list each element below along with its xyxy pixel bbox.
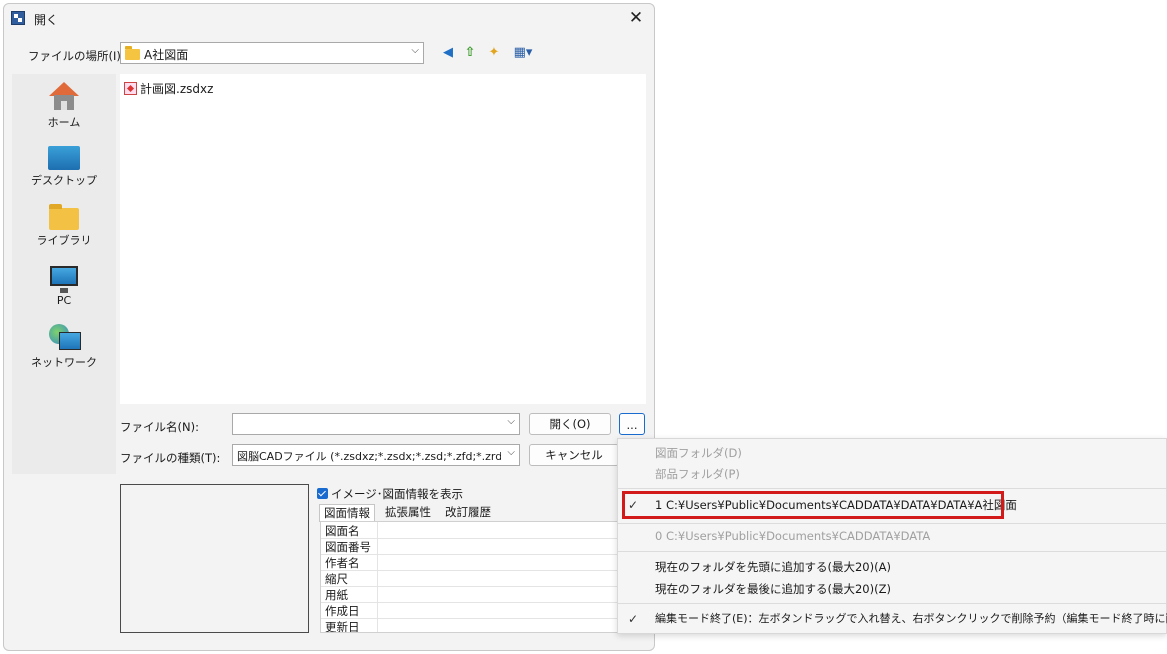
place-library[interactable]: ライブラリ	[12, 204, 116, 248]
menu-divider	[618, 603, 1166, 604]
table-row: 図面番号	[321, 538, 649, 555]
open-file-dialog: 開く ✕ ファイルの場所(I): A社図面 ⌵ ◀ ⇧ ✦ ▦▾ ホーム デスク…	[3, 3, 655, 651]
menu-item-add-first[interactable]: 現在のフォルダを先頭に追加する(最大20)(A)	[618, 556, 1166, 578]
menu-item-end-edit-mode[interactable]: ✓ 編集モード終了(E)：左ボタンドラッグで入れ替え、右ボタンクリックで削除予約…	[618, 608, 1167, 630]
location-value-wrap: A社図面	[125, 46, 188, 63]
new-folder-icon[interactable]: ✦	[485, 44, 503, 62]
menu-item-label: 0 C:¥Users¥Public¥Documents¥CADDATA¥DATA	[655, 529, 931, 543]
drawing-info-table: 図面名 図面番号 作者名 縮尺 用紙 作成日 更新日	[320, 521, 650, 633]
tab-drawing-info[interactable]: 図面情報	[319, 504, 375, 522]
table-row: 更新日	[321, 618, 649, 633]
location-combobox[interactable]: A社図面 ⌵	[120, 42, 424, 64]
filetype-combobox[interactable]: 図脳CADファイル (*.zsdxz;*.zsdx;*.zsd;*.zfd;*.…	[232, 444, 520, 466]
place-desktop[interactable]: デスクトップ	[12, 146, 116, 188]
place-label: デスクトップ	[31, 174, 97, 187]
menu-divider	[618, 551, 1166, 552]
filetype-value: 図脳CADファイル (*.zsdxz;*.zsdx;*.zsd;*.zfd;*.…	[237, 450, 501, 463]
check-icon: ✓	[628, 612, 639, 626]
filename-label: ファイル名(N):	[120, 420, 199, 434]
folder-history-menu: 図面フォルダ(D) 部品フォルダ(P) ✓ 1 C:¥Users¥Public¥…	[617, 438, 1167, 634]
table-row: 縮尺	[321, 570, 649, 587]
open-button[interactable]: 開く(O)	[529, 413, 611, 435]
row-key: 図面番号	[325, 540, 371, 554]
table-row: 図面名	[321, 522, 649, 539]
filename-combobox[interactable]: ⌵	[232, 413, 520, 435]
place-label: ホーム	[47, 116, 81, 129]
checkbox-label: イメージ･図面情報を表示	[331, 487, 464, 501]
highlight-annotation-box	[622, 491, 1004, 519]
title-bar[interactable]: 開く ✕	[4, 4, 654, 34]
menu-item-label: 部品フォルダ(P)	[655, 467, 740, 481]
chevron-down-icon[interactable]: ⌵	[411, 45, 419, 56]
row-key: 作成日	[325, 604, 360, 618]
row-key: 用紙	[325, 588, 348, 602]
home-icon	[49, 82, 79, 112]
menu-divider	[618, 523, 1166, 524]
show-preview-checkbox[interactable]: イメージ･図面情報を表示	[317, 486, 463, 502]
menu-item-label: 図面フォルダ(D)	[655, 446, 742, 460]
file-list[interactable]: 計画図.zsdxz	[120, 74, 646, 404]
table-row: 用紙	[321, 586, 649, 603]
place-label: PC	[56, 294, 72, 307]
tab-extended-attributes[interactable]: 拡張属性	[381, 504, 435, 521]
filetype-label: ファイルの種類(T):	[120, 451, 221, 465]
file-name: 計画図.zsdxz	[140, 82, 214, 96]
row-key: 作者名	[325, 556, 360, 570]
desktop-icon	[48, 146, 80, 170]
menu-item-label: 現在のフォルダを最後に追加する(最大20)(Z)	[655, 582, 891, 596]
table-row: 作者名	[321, 554, 649, 571]
menu-item-label: 現在のフォルダを先頭に追加する(最大20)(A)	[655, 560, 891, 574]
menu-item-drawing-folder[interactable]: 図面フォルダ(D)	[618, 442, 1166, 464]
menu-item-parts-folder[interactable]: 部品フォルダ(P)	[618, 463, 1166, 485]
checkbox-checked-icon[interactable]	[317, 488, 328, 499]
list-item[interactable]: 計画図.zsdxz	[124, 80, 213, 97]
menu-item-label: 編集モード終了(E)：左ボタンドラッグで入れ替え、右ボタンクリックで削除予約（編…	[655, 612, 1167, 625]
row-key: 更新日	[325, 620, 360, 633]
network-globe-icon	[49, 324, 81, 352]
cancel-button[interactable]: キャンセル	[529, 444, 619, 466]
place-label: ネットワーク	[31, 356, 97, 369]
dialog-title: 開く	[34, 13, 59, 27]
back-icon[interactable]: ◀	[439, 44, 457, 62]
location-label: ファイルの場所(I):	[28, 49, 125, 63]
pc-monitor-icon	[50, 266, 78, 293]
menu-divider	[618, 488, 1166, 489]
row-key: 図面名	[325, 524, 360, 538]
more-options-button[interactable]: ...	[619, 413, 645, 435]
zsdxz-file-icon	[124, 82, 137, 95]
tab-revision-history[interactable]: 改訂履歴	[441, 504, 495, 521]
app-logo-icon	[11, 11, 25, 25]
row-key: 縮尺	[325, 572, 348, 586]
place-network[interactable]: ネットワーク	[12, 324, 116, 370]
menu-item-history-0[interactable]: 0 C:¥Users¥Public¥Documents¥CADDATA¥DATA	[618, 525, 1166, 547]
menu-item-add-last[interactable]: 現在のフォルダを最後に追加する(最大20)(Z)	[618, 578, 1166, 600]
place-pc[interactable]: PC	[12, 266, 116, 307]
close-icon[interactable]: ✕	[624, 7, 648, 29]
place-label: ライブラリ	[36, 234, 92, 247]
place-home[interactable]: ホーム	[12, 82, 116, 130]
view-menu-icon[interactable]: ▦▾	[509, 44, 537, 62]
chevron-down-icon[interactable]: ⌵	[507, 447, 515, 458]
image-preview-panel	[120, 484, 309, 633]
chevron-down-icon[interactable]: ⌵	[507, 416, 515, 427]
folder-icon	[125, 46, 140, 60]
table-row: 作成日	[321, 602, 649, 619]
location-value: A社図面	[144, 48, 189, 62]
up-folder-icon[interactable]: ⇧	[461, 44, 479, 62]
library-folder-icon	[49, 204, 79, 230]
places-bar: ホーム デスクトップ ライブラリ PC ネットワーク	[12, 74, 116, 474]
